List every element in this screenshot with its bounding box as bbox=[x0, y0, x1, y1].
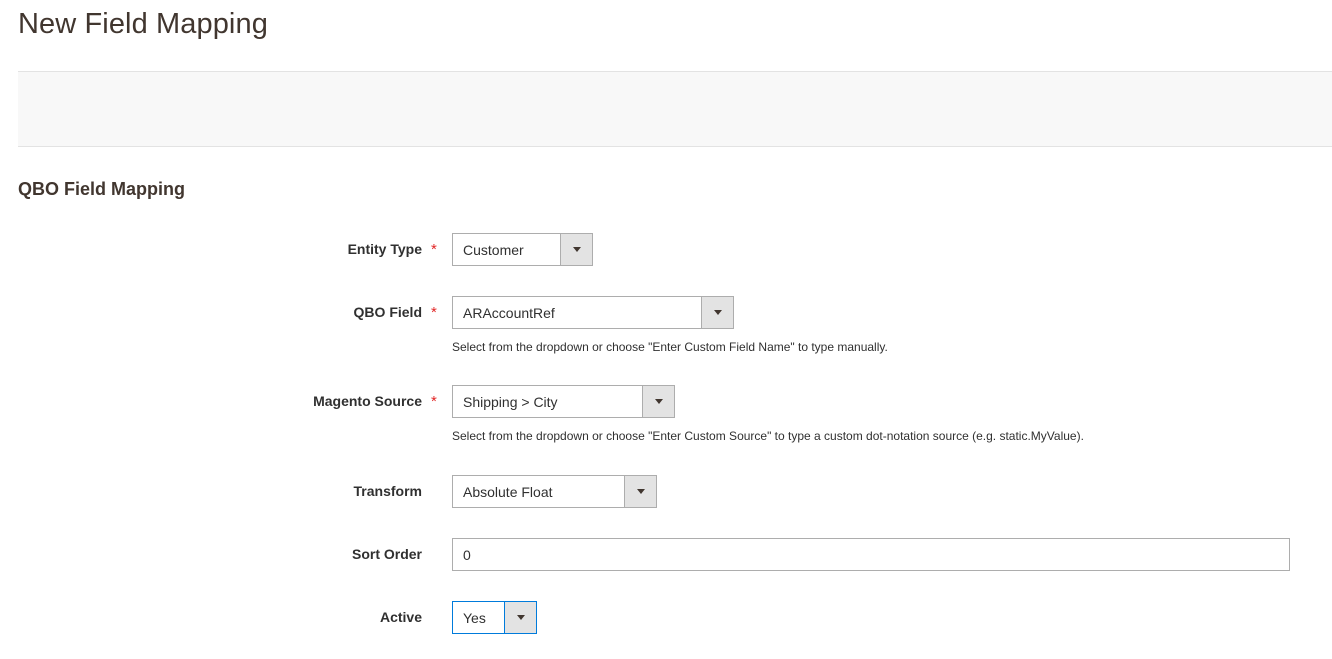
chevron-down-icon[interactable] bbox=[701, 297, 733, 328]
required-indicator: * bbox=[431, 304, 437, 321]
sort-order-label: Sort Order bbox=[351, 546, 422, 562]
entity-type-label: Entity Type bbox=[347, 241, 422, 257]
required-indicator: * bbox=[431, 241, 437, 258]
qbo-field-label: QBO Field bbox=[353, 304, 422, 320]
section-title: QBO Field Mapping bbox=[18, 179, 185, 199]
required-indicator: * bbox=[431, 393, 437, 410]
page: New Field Mapping QBO Field Mapping Enti… bbox=[0, 0, 1332, 659]
chevron-down-icon[interactable] bbox=[560, 234, 592, 265]
active-label: Active bbox=[379, 609, 422, 625]
chevron-down-icon[interactable] bbox=[504, 602, 536, 633]
qbo-field-value: ARAccountRef bbox=[463, 304, 555, 321]
transform-select[interactable]: Absolute Float bbox=[452, 475, 657, 508]
page-actions-bar bbox=[18, 71, 1332, 147]
chevron-down-icon[interactable] bbox=[624, 476, 656, 507]
magento-source-label: Magento Source bbox=[313, 393, 422, 409]
transform-label: Transform bbox=[353, 483, 422, 499]
chevron-down-icon[interactable] bbox=[642, 386, 674, 417]
qbo-field-select[interactable]: ARAccountRef bbox=[452, 296, 734, 329]
sort-order-input[interactable] bbox=[452, 538, 1290, 571]
active-value: Yes bbox=[463, 609, 486, 626]
magento-source-value: Shipping > City bbox=[463, 393, 558, 410]
qbo-field-note: Select from the dropdown or choose "Ente… bbox=[452, 340, 888, 354]
magento-source-note: Select from the dropdown or choose "Ente… bbox=[452, 429, 1084, 443]
page-title: New Field Mapping bbox=[18, 8, 268, 40]
transform-value: Absolute Float bbox=[463, 483, 553, 500]
entity-type-select[interactable]: Customer bbox=[452, 233, 593, 266]
magento-source-select[interactable]: Shipping > City bbox=[452, 385, 675, 418]
entity-type-value: Customer bbox=[463, 241, 524, 258]
active-select[interactable]: Yes bbox=[452, 601, 537, 634]
